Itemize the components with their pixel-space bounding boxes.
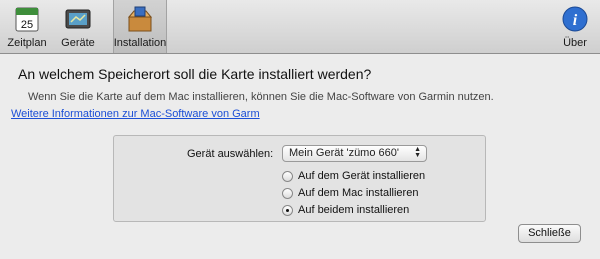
calendar-day-text: 25 (21, 19, 33, 31)
calendar-icon: 25 (15, 7, 39, 32)
installation-icon (127, 6, 153, 32)
install-location-pane: An welchem Speicherort soll die Karte in… (0, 54, 600, 259)
radio-install-device[interactable]: Auf dem Gerät installieren (282, 170, 425, 182)
device-options-panel: Gerät auswählen: Mein Gerät 'zümo 660' ▲… (113, 135, 486, 222)
close-button[interactable]: Schließe (518, 224, 581, 243)
device-icon (65, 9, 91, 29)
info-icon: i (562, 6, 588, 32)
radio-install-both[interactable]: Auf beidem installieren (282, 204, 409, 216)
radio-button[interactable] (282, 170, 293, 182)
device-select-value: Mein Gerät 'zümo 660' (289, 147, 399, 159)
description-text: Wenn Sie die Karte auf dem Mac installie… (28, 91, 494, 103)
info-glyph-text: i (573, 12, 578, 29)
device-select[interactable]: Mein Gerät 'zümo 660' ▲ ▼ (282, 145, 427, 162)
radio-label: Auf dem Gerät installieren (298, 170, 426, 182)
radio-button[interactable] (282, 187, 293, 199)
toolbar-item-ueber[interactable]: i Über (558, 0, 592, 53)
radio-label: Auf dem Mac installieren (298, 187, 419, 199)
toolbar-item-zeitplan[interactable]: 25 Zeitplan (4, 0, 50, 53)
radio-install-mac[interactable]: Auf dem Mac installieren (282, 187, 418, 199)
radio-label: Auf beidem installieren (298, 204, 410, 216)
device-select-label: Gerät auswählen: (187, 148, 274, 160)
toolbar-item-label: Zeitplan (7, 37, 47, 49)
page-title: An welchem Speicherort soll die Karte in… (18, 66, 372, 82)
toolbar-item-label: Installation (113, 37, 167, 49)
toolbar-item-label: Geräte (61, 37, 95, 49)
toolbar-item-geraete[interactable]: Geräte (56, 0, 100, 53)
toolbar: 25 Zeitplan Geräte Installation i Über (0, 0, 600, 54)
toolbar-item-label: Über (563, 37, 587, 49)
select-arrows-icon: ▲ ▼ (414, 146, 421, 159)
radio-button-selected[interactable] (282, 204, 293, 216)
more-info-link[interactable]: Weitere Informationen zur Mac-Software v… (11, 108, 260, 120)
toolbar-item-installation[interactable]: Installation (113, 0, 167, 53)
